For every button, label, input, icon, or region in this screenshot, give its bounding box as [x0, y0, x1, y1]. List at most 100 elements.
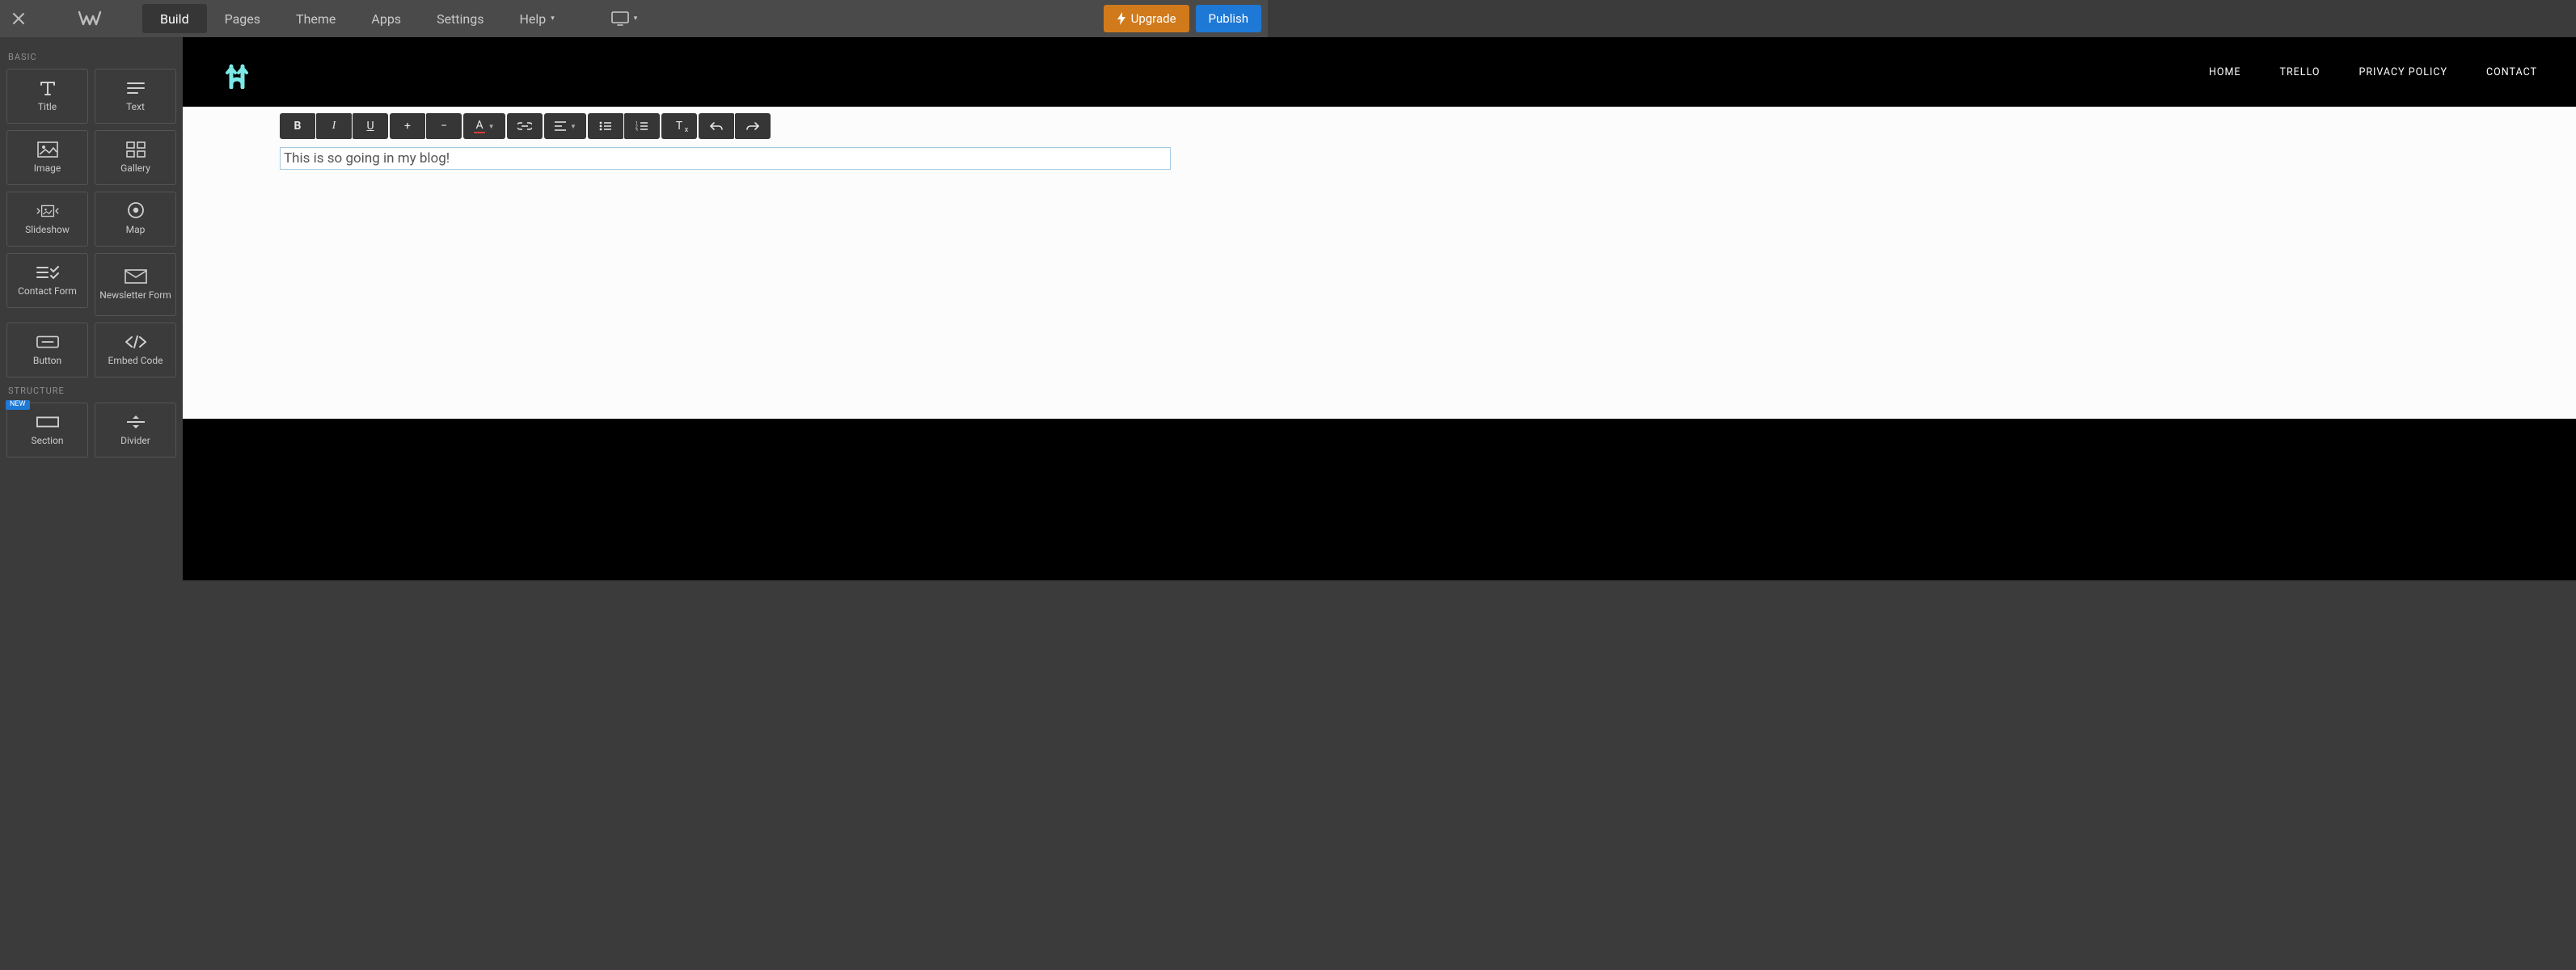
- publish-label: Publish: [1209, 11, 1248, 26]
- plus-icon: +: [404, 120, 411, 133]
- element-slideshow[interactable]: Slideshow: [6, 192, 88, 247]
- bulleted-list-icon: [599, 121, 612, 131]
- site-logo[interactable]: [222, 54, 252, 90]
- bulleted-list-button[interactable]: [588, 113, 623, 139]
- app-topbar: Build Pages Theme Apps Settings Help ▾ ▾…: [0, 0, 1268, 37]
- underline-button[interactable]: U: [353, 113, 388, 139]
- nav-label: Apps: [371, 11, 401, 27]
- svg-text:3: 3: [636, 129, 638, 131]
- font-decrease-button[interactable]: −: [426, 113, 462, 139]
- nav-label: Pages: [225, 11, 260, 27]
- code-icon: [125, 333, 147, 351]
- map-icon: [125, 202, 147, 220]
- page-body: B I U + − A ▼ ▼: [183, 107, 2576, 419]
- element-divider[interactable]: Divider: [95, 403, 176, 458]
- align-icon: [554, 121, 567, 131]
- bold-icon: B: [294, 120, 302, 133]
- underline-icon: U: [366, 120, 374, 133]
- editor-canvas: HOME TRELLO PRIVACY POLICY CONTACT B I U…: [183, 37, 2576, 970]
- tile-label: Text: [126, 102, 145, 112]
- tile-label: Divider: [120, 436, 150, 446]
- numbered-list-button[interactable]: 123: [624, 113, 660, 139]
- publish-button[interactable]: Publish: [1196, 5, 1261, 32]
- text-icon: [125, 79, 147, 97]
- chevron-down-icon: ▼: [488, 123, 495, 130]
- desktop-icon: [611, 11, 629, 26]
- site-nav-trello[interactable]: TRELLO: [2280, 66, 2321, 78]
- nav-label: Settings: [437, 11, 484, 27]
- site-header: HOME TRELLO PRIVACY POLICY CONTACT: [183, 37, 2576, 107]
- tile-label: Contact Form: [18, 286, 77, 297]
- tile-label: Map: [126, 225, 146, 235]
- tile-label: Newsletter Form: [99, 290, 171, 301]
- nav-build[interactable]: Build: [142, 4, 207, 33]
- site-nav: HOME TRELLO PRIVACY POLICY CONTACT: [2209, 66, 2537, 78]
- element-contact-form[interactable]: Contact Form: [6, 253, 88, 308]
- main-nav: Build Pages Theme Apps Settings Help ▾: [142, 0, 572, 37]
- sidebar-section-label: BASIC: [6, 44, 176, 69]
- tile-label: Section: [31, 436, 63, 446]
- section-icon: [36, 413, 59, 431]
- close-icon: [12, 12, 25, 25]
- element-title[interactable]: Title: [6, 69, 88, 124]
- nav-help[interactable]: Help ▾: [501, 4, 572, 33]
- sidebar-section-label: STRUCTURE: [6, 377, 176, 403]
- link-icon: [517, 122, 532, 130]
- tile-label: Slideshow: [25, 225, 70, 235]
- nav-label: Help: [519, 11, 546, 27]
- device-preview-toggle[interactable]: ▾: [597, 11, 652, 26]
- image-icon: [36, 141, 59, 158]
- nav-apps[interactable]: Apps: [353, 4, 419, 33]
- clear-formatting-icon: Tx: [676, 120, 682, 133]
- element-text[interactable]: Text: [95, 69, 176, 124]
- close-button[interactable]: [0, 0, 37, 37]
- button-icon: [36, 333, 59, 351]
- gallery-icon: [125, 141, 147, 158]
- text-color-icon: A: [474, 119, 484, 133]
- nav-label: Theme: [296, 11, 336, 27]
- redo-button[interactable]: [735, 113, 771, 139]
- upgrade-button[interactable]: Upgrade: [1104, 5, 1189, 32]
- undo-button[interactable]: [699, 113, 734, 139]
- italic-icon: I: [332, 120, 336, 133]
- upgrade-label: Upgrade: [1131, 11, 1176, 26]
- site-nav-home[interactable]: HOME: [2209, 66, 2241, 78]
- tile-label: Embed Code: [108, 356, 163, 366]
- text-editor[interactable]: This is so going in my blog!: [280, 147, 1171, 170]
- nav-pages[interactable]: Pages: [207, 4, 278, 33]
- site-nav-privacy[interactable]: PRIVACY POLICY: [2359, 66, 2447, 78]
- text-color-button[interactable]: A ▼: [463, 113, 505, 139]
- text-toolbar: B I U + − A ▼ ▼: [280, 113, 2560, 139]
- element-map[interactable]: Map: [95, 192, 176, 247]
- element-section[interactable]: NEW Section: [6, 403, 88, 458]
- site-footer: [183, 419, 2576, 580]
- element-sidebar: BASIC Title Text Image Gallery Slideshow…: [0, 37, 183, 970]
- nav-settings[interactable]: Settings: [419, 4, 501, 33]
- clear-formatting-button[interactable]: Tx: [661, 113, 697, 139]
- redo-icon: [746, 122, 759, 130]
- weebly-logo-icon: [78, 10, 102, 27]
- divider-icon: [125, 413, 147, 431]
- align-button[interactable]: ▼: [544, 113, 586, 139]
- link-button[interactable]: [507, 113, 543, 139]
- element-image[interactable]: Image: [6, 130, 88, 185]
- element-embed-code[interactable]: Embed Code: [95, 323, 176, 377]
- mail-icon: [125, 268, 147, 285]
- italic-button[interactable]: I: [316, 113, 352, 139]
- element-newsletter-form[interactable]: Newsletter Form: [95, 253, 176, 316]
- bold-button[interactable]: B: [280, 113, 315, 139]
- chevron-down-icon: ▾: [551, 15, 555, 23]
- weebly-logo[interactable]: [37, 10, 142, 27]
- element-gallery[interactable]: Gallery: [95, 130, 176, 185]
- bolt-icon: [1117, 12, 1126, 25]
- site-nav-contact[interactable]: CONTACT: [2486, 66, 2537, 78]
- site-logo-icon: [223, 55, 251, 89]
- tile-label: Button: [33, 356, 61, 366]
- chevron-down-icon: ▼: [570, 123, 576, 130]
- element-button[interactable]: Button: [6, 323, 88, 377]
- font-increase-button[interactable]: +: [390, 113, 425, 139]
- numbered-list-icon: 123: [636, 121, 648, 131]
- nav-theme[interactable]: Theme: [278, 4, 353, 33]
- chevron-down-icon: ▾: [634, 15, 638, 23]
- minus-icon: −: [441, 120, 447, 133]
